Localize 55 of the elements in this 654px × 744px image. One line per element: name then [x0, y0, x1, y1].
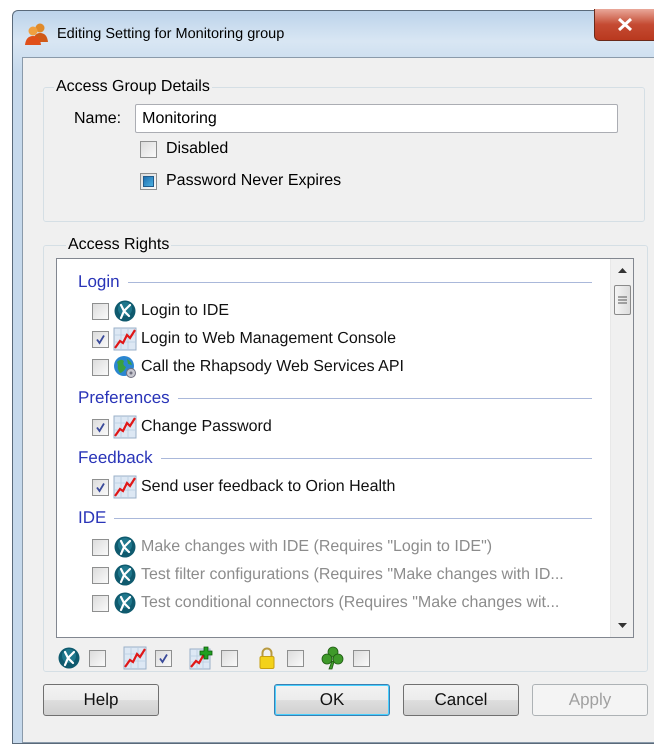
round-emblem-icon	[58, 647, 80, 669]
close-icon	[616, 18, 632, 31]
field-label: Name:	[74, 110, 122, 128]
check-icon	[157, 652, 170, 664]
checkbox[interactable]	[353, 650, 370, 666]
checkbox[interactable]	[92, 478, 109, 496]
clover-icon	[321, 646, 345, 670]
checkbox-label: Password Never Expires	[166, 172, 342, 190]
help-button[interactable]: Help	[43, 684, 159, 716]
chart-icon	[113, 475, 137, 499]
globe-icon	[113, 355, 137, 379]
name-field[interactable]: Monitoring	[135, 104, 618, 133]
permission-label: Send user feedback to Orion Health	[141, 478, 396, 496]
check-icon	[94, 332, 107, 346]
close-button[interactable]	[594, 9, 654, 41]
chart-icon	[123, 646, 147, 670]
chart-icon	[113, 327, 137, 351]
checkbox[interactable]	[155, 650, 172, 666]
checkbox[interactable]	[92, 418, 109, 436]
permission-label: Change Password	[141, 418, 272, 436]
round-emblem-icon	[114, 300, 136, 322]
checkbox[interactable]	[221, 650, 238, 666]
checkbox[interactable]	[287, 650, 304, 666]
permission-label: Test filter configurations (Requires "Make changes with ID...	[141, 566, 564, 584]
checkbox[interactable]	[92, 330, 109, 348]
window-title: Editing Setting for Monitoring group	[57, 26, 284, 42]
checkbox[interactable]	[89, 650, 106, 666]
check-icon	[94, 480, 107, 494]
permission-label: Call the Rhapsody Web Services API	[141, 358, 404, 376]
padlock-icon	[259, 647, 275, 669]
round-emblem-icon	[114, 564, 136, 586]
cancel-button[interactable]: Cancel	[403, 684, 519, 716]
checkbox-label: Disabled	[166, 140, 228, 158]
chart-plus-icon	[189, 646, 213, 670]
permission-label: Login to IDE	[141, 302, 230, 320]
checkbox[interactable]	[140, 140, 157, 158]
section-heading: Login	[78, 272, 120, 292]
scrollbar-thumb[interactable]	[614, 285, 630, 315]
section-heading: IDE	[78, 508, 106, 528]
checkbox[interactable]	[92, 358, 109, 376]
permission-label: Make changes with IDE (Requires "Login to IDE")	[141, 538, 492, 556]
ok-button[interactable]: OK	[274, 684, 390, 716]
section-heading: Feedback	[78, 448, 153, 468]
round-emblem-icon	[114, 536, 136, 558]
permission-label: Test conditional connectors (Requires "Make changes wit...	[141, 594, 560, 612]
group-icon	[24, 22, 50, 46]
checkbox[interactable]	[140, 172, 157, 190]
permission-label: Login to Web Management Console	[141, 330, 396, 348]
checkbox[interactable]	[92, 302, 109, 320]
check-icon	[94, 420, 107, 434]
round-emblem-icon	[114, 592, 136, 614]
chart-icon	[113, 415, 137, 439]
group-title: Access Rights	[67, 236, 170, 254]
section-heading: Preferences	[78, 388, 170, 408]
group-title: Access Group Details	[55, 78, 211, 96]
